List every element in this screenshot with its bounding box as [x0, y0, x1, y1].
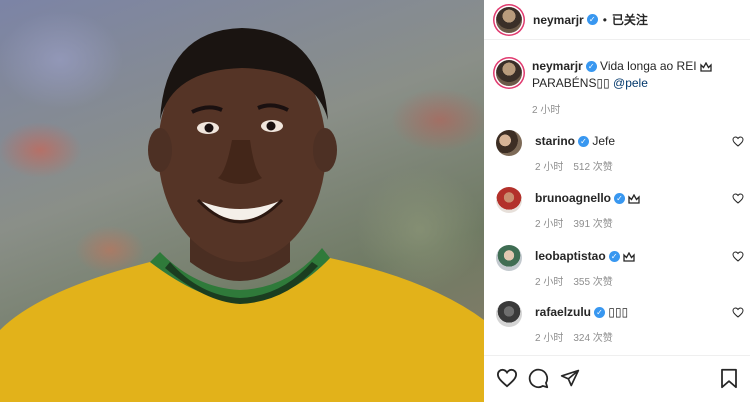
crown-icon [700, 61, 712, 72]
heart-icon[interactable] [732, 307, 744, 318]
comment-time: 2 小时 [535, 162, 564, 173]
comment-item: leobaptistao ✓ 2 小时 355 次赞 [496, 245, 744, 288]
comment-meta: 2 小时 512 次赞 [535, 158, 744, 173]
author-avatar[interactable] [496, 6, 522, 33]
comment-likes[interactable]: 391 次赞 [573, 219, 612, 230]
comment-likes[interactable]: 324 次赞 [573, 333, 612, 344]
comment-username[interactable]: starino [535, 134, 575, 148]
author-username[interactable]: neymarjr [533, 13, 584, 27]
comment-time: 2 小时 [535, 219, 564, 230]
photo-illustration [0, 28, 484, 402]
comment-time: 2 小时 [535, 277, 564, 288]
post-action-bar [484, 355, 750, 402]
comment-username[interactable]: brunoagnello [535, 191, 611, 205]
crown-icon [623, 251, 635, 262]
post-caption: neymarjr ✓ Vida longa ao REI PARABÉNS▯▯ @… [496, 58, 741, 119]
comment-content: starino ✓ Jefe 2 小时 512 次赞 [535, 134, 744, 173]
verified-badge-icon: ✓ [608, 251, 620, 263]
comment-icon[interactable] [528, 368, 549, 389]
caption-text: neymarjr ✓ Vida longa ao REI PARABÉNS▯▯ @… [532, 58, 712, 119]
mention-link[interactable]: @pele [613, 76, 648, 90]
post-side-panel: neymarjr ✓ • 已关注 neymarjr ✓ Vida longa ao… [484, 0, 750, 402]
comment-likes[interactable]: 355 次赞 [573, 277, 612, 288]
caption-line1: Vida longa ao REI [600, 59, 697, 73]
comment-item: brunoagnello ✓ 2 小时 391 次赞 [496, 187, 744, 230]
comment-meta: 2 小时 355 次赞 [535, 273, 744, 288]
comment-avatar[interactable] [496, 301, 522, 327]
comment-meta: 2 小时 324 次赞 [535, 329, 744, 344]
verified-badge-icon: ✓ [585, 61, 597, 73]
bookmark-icon[interactable] [720, 368, 738, 389]
heart-icon[interactable] [732, 193, 744, 204]
post-header: neymarjr ✓ • 已关注 [484, 0, 750, 40]
comment-text: Jefe [592, 134, 616, 148]
comment-avatar[interactable] [496, 187, 522, 213]
comment-content: leobaptistao ✓ 2 小时 355 次赞 [535, 249, 744, 288]
verified-badge-icon: ✓ [586, 14, 598, 25]
like-heart-icon[interactable] [496, 368, 518, 388]
comment-content: brunoagnello ✓ 2 小时 391 次赞 [535, 191, 744, 230]
verified-badge-icon: ✓ [578, 136, 590, 148]
comment-item: starino ✓ Jefe 2 小时 512 次赞 [496, 130, 744, 173]
post-photo[interactable] [0, 0, 484, 402]
comment-text: ▯▯▯ [608, 305, 629, 319]
heart-icon[interactable] [732, 251, 744, 262]
crown-icon [628, 193, 640, 204]
comment-likes[interactable]: 512 次赞 [573, 162, 612, 173]
following-button[interactable]: 已关注 [612, 11, 648, 28]
verified-badge-icon: ✓ [614, 193, 625, 205]
caption-time: 2 小时 [532, 105, 561, 116]
comment-username[interactable]: leobaptistao [535, 249, 606, 263]
share-icon[interactable] [560, 368, 580, 388]
caption-meta: 2 小时 [532, 102, 712, 119]
comment-time: 2 小时 [535, 333, 564, 344]
comment-avatar[interactable] [496, 245, 522, 271]
comment-content: rafaelzulu ✓ ▯▯▯ 2 小时 324 次赞 [535, 305, 744, 344]
header-separator: • [602, 12, 607, 27]
heart-icon[interactable] [732, 136, 744, 147]
comment-item: rafaelzulu ✓ ▯▯▯ 2 小时 324 次赞 [496, 301, 744, 344]
comment-username[interactable]: rafaelzulu [535, 305, 591, 319]
caption-avatar[interactable] [496, 60, 522, 86]
comment-meta: 2 小时 391 次赞 [535, 215, 744, 230]
comment-avatar[interactable] [496, 130, 522, 156]
caption-line2: PARABÉNS▯▯ [532, 76, 610, 90]
verified-badge-icon: ✓ [594, 307, 606, 319]
caption-username[interactable]: neymarjr [532, 59, 583, 73]
